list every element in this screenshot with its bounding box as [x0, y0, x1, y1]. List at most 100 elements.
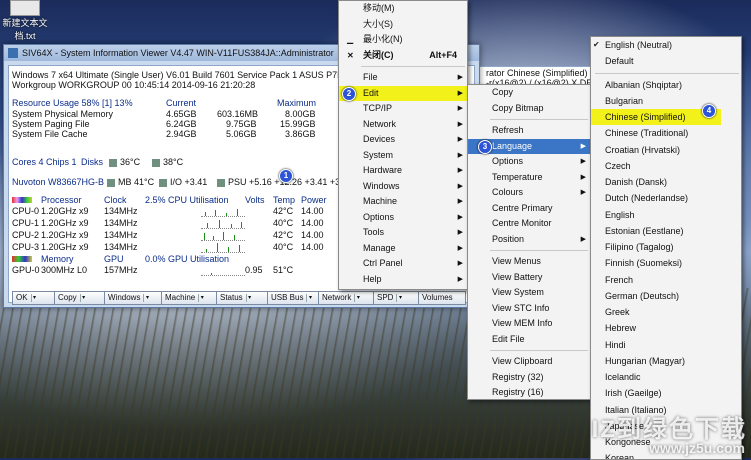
menu-item-label: Help	[363, 273, 382, 284]
language-item[interactable]: Filipino (Tagalog)	[591, 239, 741, 255]
language-label: Danish (Dansk)	[605, 177, 668, 187]
clock-header: Clock	[104, 195, 127, 205]
menu-item-label: View System	[492, 287, 544, 297]
machine-button[interactable]: Machine ▾	[161, 291, 219, 305]
file-menu-item[interactable]: File ▶	[339, 70, 467, 86]
view-clipboard-menu-item[interactable]: View Clipboard	[468, 354, 590, 370]
ok-button[interactable]: OK ▾	[12, 291, 55, 305]
move-menu-item[interactable]: 移动(M)	[339, 1, 467, 17]
language-item[interactable]: Icelandic	[591, 369, 741, 385]
language-item[interactable]: Bulgarian	[591, 93, 741, 109]
minimize-menu-item[interactable]: ▁ 最小化(N)	[339, 32, 467, 48]
language-item[interactable]: English	[591, 207, 741, 223]
position-menu-item[interactable]: Position ▶	[468, 232, 590, 248]
registry-32-menu-item[interactable]: Registry (32)	[468, 370, 590, 386]
submenu-arrow-icon: ▶	[457, 151, 463, 159]
menu-separator	[595, 72, 739, 74]
cpu-power: 14.00	[301, 218, 324, 228]
language-item[interactable]: Default	[591, 53, 741, 69]
menu-item-label: File	[363, 72, 378, 82]
dropdown-caret-icon[interactable]: ▾	[306, 294, 313, 302]
callout-badge-1: 1	[279, 169, 293, 183]
centre-primary-menu-item[interactable]: Centre Primary	[468, 201, 590, 217]
size-menu-item[interactable]: 大小(S)	[339, 17, 467, 33]
view-stc-info-menu-item[interactable]: View STC Info	[468, 301, 590, 317]
hardware-menu-item[interactable]: Hardware ▶	[339, 163, 467, 179]
tcpip-menu-item[interactable]: TCP/IP ▶	[339, 101, 467, 117]
language-item[interactable]: Chinese (Traditional)	[591, 125, 741, 141]
copy-bitmap-menu-item[interactable]: Copy Bitmap	[468, 101, 590, 117]
dropdown-caret-icon[interactable]: ▾	[30, 294, 38, 302]
language-item[interactable]: Irish (Gaeilge)	[591, 385, 741, 401]
network-button[interactable]: Network ▾	[318, 291, 376, 305]
devices-menu-item[interactable]: Devices ▶	[339, 132, 467, 148]
desktop-file-icon[interactable]: 新建文本文 档.txt	[0, 0, 50, 42]
language-item[interactable]: Estonian (Eestlane)	[591, 223, 741, 239]
colours-menu-item[interactable]: Colours ▶	[468, 185, 590, 201]
refresh-menu-item[interactable]: Refresh	[468, 123, 590, 139]
copy-button[interactable]: Copy ▾	[54, 291, 105, 305]
language-item[interactable]: Czech	[591, 158, 741, 174]
copy-menu-item[interactable]: Copy	[468, 85, 590, 101]
language-item[interactable]: Dutch (Nederlandse)	[591, 190, 741, 206]
manage-menu-item[interactable]: Manage ▶	[339, 241, 467, 257]
windows-menu-item[interactable]: Windows ▶	[339, 179, 467, 195]
dropdown-caret-icon[interactable]: ▾	[198, 294, 205, 302]
centre-monitor-menu-item[interactable]: Centre Monitor	[468, 216, 590, 232]
usb-bus-button[interactable]: USB Bus ▾	[267, 291, 321, 305]
submenu-arrow-icon: ▶	[580, 142, 586, 150]
ctrl-panel-menu-item[interactable]: Ctrl Panel ▶	[339, 256, 467, 272]
language-item[interactable]: Albanian (Shqiptar)	[591, 77, 741, 93]
tools-menu-item[interactable]: Tools ▶	[339, 225, 467, 241]
help-menu-item[interactable]: Help ▶	[339, 272, 467, 288]
desktop-icon-label-1: 新建文本文	[2, 18, 48, 28]
callout-badge-2: 2	[342, 87, 356, 101]
dropdown-caret-icon[interactable]: ▾	[143, 294, 150, 302]
minimize-label: 最小化(N)	[363, 34, 403, 44]
dropdown-caret-icon[interactable]: ▾	[396, 294, 403, 302]
machine-menu-item[interactable]: Machine ▶	[339, 194, 467, 210]
language-item[interactable]: Danish (Dansk)	[591, 174, 741, 190]
windows-button[interactable]: Windows ▾	[104, 291, 164, 305]
language-item[interactable]: English (Neutral)	[591, 37, 741, 54]
cpu-proc: 1.20GHz x9	[41, 242, 89, 252]
dropdown-caret-icon[interactable]: ▾	[79, 294, 87, 302]
registry-16-menu-item[interactable]: Registry (16)	[468, 385, 590, 401]
dropdown-caret-icon[interactable]: ▾	[245, 294, 253, 302]
system-menu-item[interactable]: System ▶	[339, 148, 467, 164]
volumes-button[interactable]: Volumes	[418, 291, 466, 305]
network-label: Network	[322, 293, 352, 302]
status-button[interactable]: Status ▾	[216, 291, 270, 305]
language-item[interactable]: Hungarian (Magyar)	[591, 353, 741, 369]
language-item[interactable]: Finnish (Suomeksi)	[591, 255, 741, 271]
watermark-text: IZ到绿色下载	[591, 416, 747, 443]
view-menus-menu-item[interactable]: View Menus	[468, 254, 590, 270]
language-item[interactable]: Greek	[591, 304, 741, 320]
network-menu-item[interactable]: Network ▶	[339, 117, 467, 133]
language-submenu[interactable]: English (Neutral) Default Albanian (Shqipt…	[590, 36, 742, 460]
gpu-graph	[201, 265, 245, 276]
system-menu[interactable]: 移动(M) 大小(S) ▁ 最小化(N) ✕ 关闭(C) Alt+F4 File ▶ E…	[338, 0, 468, 290]
language-label: Hungarian (Magyar)	[605, 355, 686, 366]
view-battery-menu-item[interactable]: View Battery	[468, 270, 590, 286]
cpu-proc: 1.20GHz x9	[41, 230, 89, 240]
submenu-arrow-icon: ▶	[457, 213, 463, 221]
dropdown-caret-icon[interactable]: ▾	[354, 294, 361, 302]
edit-file-menu-item[interactable]: Edit File	[468, 332, 590, 348]
app-icon[interactable]	[8, 48, 18, 58]
language-item[interactable]: French	[591, 272, 741, 288]
language-item[interactable]: Hebrew	[591, 320, 741, 336]
view-system-menu-item[interactable]: View System	[468, 285, 590, 301]
language-item[interactable]: German (Deutsch)	[591, 288, 741, 304]
close-menu-item[interactable]: ✕ 关闭(C) Alt+F4	[339, 48, 467, 64]
spd-button[interactable]: SPD ▾	[373, 291, 421, 305]
options-submenu-item[interactable]: Options ▶	[468, 154, 590, 170]
language-item[interactable]: Hindi	[591, 337, 741, 353]
options-menu-item[interactable]: Options ▶	[339, 210, 467, 226]
edit-submenu[interactable]: Copy Copy Bitmap Refresh Language ▶ Optio…	[467, 84, 591, 400]
temperature-menu-item[interactable]: Temperature ▶	[468, 170, 590, 186]
language-item[interactable]: Croatian (Hrvatski)	[591, 142, 741, 158]
edit-menu-item[interactable]: Edit ▶	[339, 85, 467, 101]
window-title: SIV64X - System Information Viewer V4.47…	[22, 48, 334, 58]
view-mem-info-menu-item[interactable]: View MEM Info	[468, 316, 590, 332]
